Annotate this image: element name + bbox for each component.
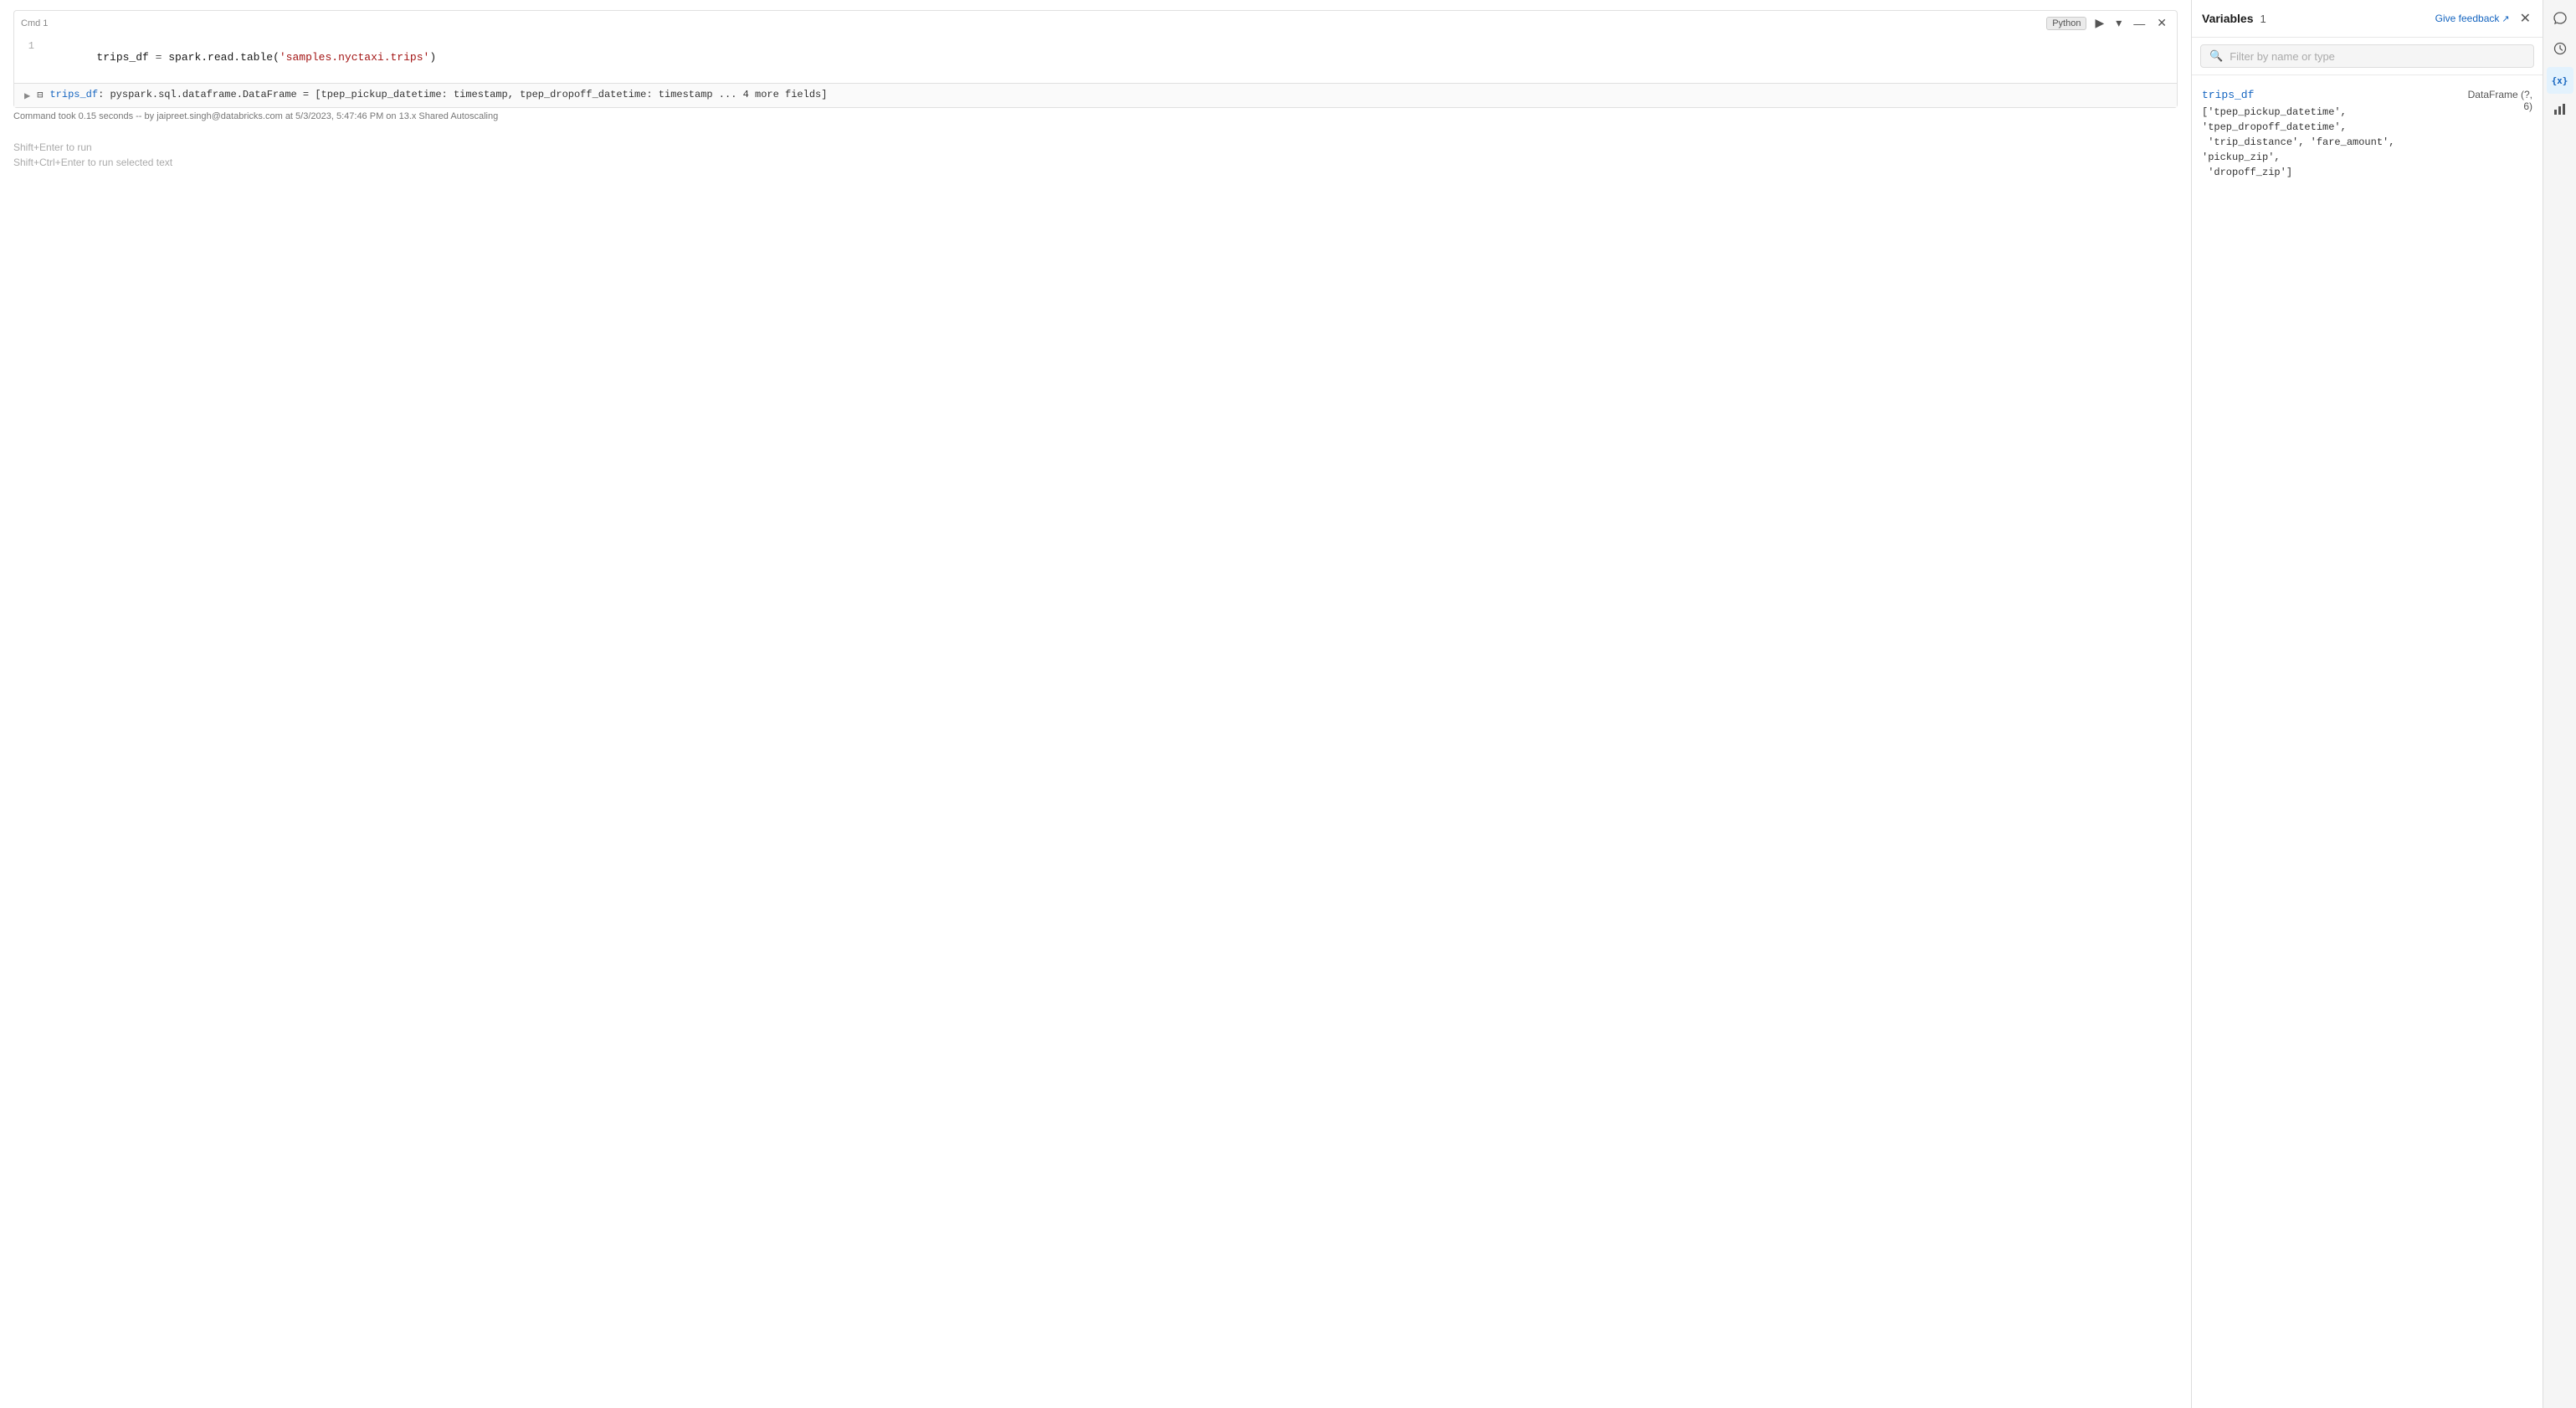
variables-list: trips_df ['tpep_pickup_datetime', 'tpep_… (2192, 75, 2543, 1408)
chat-icon-button[interactable] (2547, 7, 2573, 33)
empty-cell-hint: Shift+Enter to run Shift+Ctrl+Enter to r… (0, 128, 2191, 185)
notebook-area: Cmd 1 Python ▶ ▾ — ✕ 1 trips_df = spark.… (0, 0, 2191, 1408)
command-status: Command took 0.15 seconds -- by jaipreet… (0, 108, 2191, 128)
dropdown-button[interactable]: ▾ (2112, 14, 2125, 32)
output-text: trips_df: pyspark.sql.dataframe.DataFram… (49, 89, 827, 100)
variables-icon: {x} (2552, 75, 2568, 86)
output-var-name: trips_df (49, 89, 98, 100)
variable-type: DataFrame (?, 6) (2465, 89, 2532, 112)
code-paren: ) (429, 51, 436, 64)
chart-icon (2553, 101, 2568, 120)
variables-count: 1 (2260, 13, 2266, 25)
variable-value: ['tpep_pickup_datetime', 'tpep_dropoff_d… (2202, 105, 2465, 180)
chat-icon (2553, 11, 2568, 29)
search-input[interactable] (2230, 50, 2525, 63)
code-var: trips_df (96, 51, 155, 64)
cmd-badge: Cmd 1 (21, 17, 48, 30)
variable-details: trips_df ['tpep_pickup_datetime', 'tpep_… (2202, 89, 2465, 180)
variables-search-area: 🔍 (2192, 38, 2543, 75)
output-row: ▶ ⊟ trips_df: pyspark.sql.dataframe.Data… (24, 89, 2167, 102)
cell-toolbar-right: Python ▶ ▾ — ✕ (2046, 14, 2170, 32)
cell-header: Cmd 1 Python ▶ ▾ — ✕ (14, 11, 2177, 32)
history-icon (2553, 41, 2568, 59)
variables-header: Variables 1 Give feedback ↗ ✕ (2192, 0, 2543, 38)
variables-icon-button[interactable]: {x} (2547, 67, 2573, 94)
minimize-button[interactable]: — (2130, 15, 2148, 32)
hint-line-2: Shift+Ctrl+Enter to run selected text (13, 157, 2178, 168)
variables-panel: Variables 1 Give feedback ↗ ✕ 🔍 trips_df… (2191, 0, 2543, 1408)
variables-title: Variables 1 (2202, 12, 2266, 25)
code-line[interactable]: trips_df = spark.read.table('samples.nyc… (44, 39, 436, 76)
cell-code-content: 1 trips_df = spark.read.table('samples.n… (14, 32, 2177, 83)
search-box: 🔍 (2200, 44, 2534, 68)
close-cell-button[interactable]: ✕ (2153, 14, 2170, 32)
code-string: 'samples.nyctaxi.trips' (280, 51, 429, 64)
variable-item: trips_df ['tpep_pickup_datetime', 'tpep_… (2202, 84, 2532, 185)
output-table-icon: ⊟ (37, 89, 43, 101)
cell-output: ▶ ⊟ trips_df: pyspark.sql.dataframe.Data… (14, 83, 2177, 107)
history-icon-button[interactable] (2547, 37, 2573, 64)
variables-label: Variables (2202, 12, 2254, 25)
notebook-cell: Cmd 1 Python ▶ ▾ — ✕ 1 trips_df = spark.… (13, 10, 2178, 108)
give-feedback-link[interactable]: Give feedback ↗ (2435, 13, 2510, 24)
output-arrow: ▶ (24, 90, 30, 102)
give-feedback-label: Give feedback (2435, 13, 2500, 24)
hint-line-1: Shift+Enter to run (13, 141, 2178, 153)
search-icon: 🔍 (2209, 49, 2223, 63)
run-button[interactable]: ▶ (2091, 14, 2107, 32)
external-link-icon: ↗ (2502, 13, 2509, 24)
right-sidebar: {x} (2543, 0, 2576, 1408)
code-obj: spark.read.table( (168, 51, 280, 64)
variables-header-right: Give feedback ↗ ✕ (2435, 8, 2532, 28)
chart-icon-button[interactable] (2547, 97, 2573, 124)
close-panel-button[interactable]: ✕ (2518, 8, 2532, 28)
output-colon: : pyspark.sql.dataframe.DataFrame = [tpe… (98, 89, 827, 100)
language-badge[interactable]: Python (2046, 17, 2086, 30)
line-number: 1 (21, 39, 44, 52)
variable-name[interactable]: trips_df (2202, 89, 2465, 101)
code-eq: = (156, 51, 169, 64)
variable-value-text: ['tpep_pickup_datetime', 'tpep_dropoff_d… (2202, 106, 2394, 178)
